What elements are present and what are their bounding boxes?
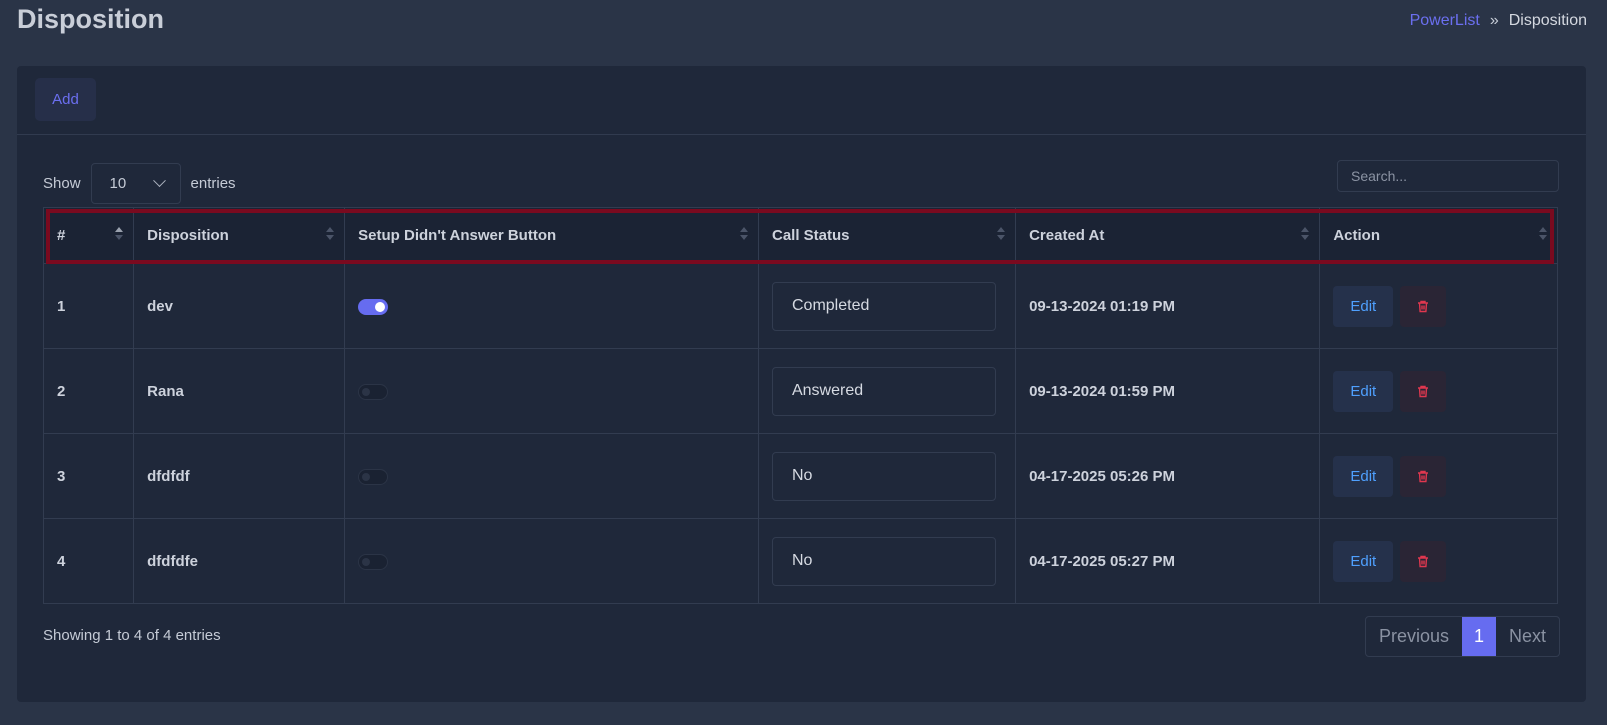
table-row: 1 dev Completed 09-13-2024 01:19 PM Edit (42, 263, 1558, 349)
breadcrumb-separator: » (1489, 12, 1499, 29)
chevron-down-icon (152, 174, 166, 188)
column-header-disposition[interactable]: Disposition (133, 207, 346, 264)
disposition-name: Rana (133, 348, 346, 434)
entries-label: entries (190, 175, 236, 192)
table-row: 2 Rana Answered 09-13-2024 01:59 PM Edit (42, 348, 1558, 434)
page-title: Disposition (17, 4, 164, 34)
page-1-button[interactable]: 1 (1461, 617, 1496, 656)
action-cell: Edit (1319, 263, 1558, 349)
created-at: 09-13-2024 01:19 PM (1015, 263, 1321, 349)
row-number: 1 (42, 263, 135, 349)
call-status-cell: Answered (757, 348, 1017, 434)
call-status-field[interactable]: Answered (771, 366, 996, 416)
setup-toggle-cell (344, 518, 759, 604)
call-status-cell: Completed (757, 263, 1017, 349)
card-header: Add (17, 66, 1586, 135)
sort-icon (1301, 227, 1310, 241)
disposition-table: # Disposition Setup Didn't Answer Button… (42, 207, 1558, 604)
add-button[interactable]: Add (35, 78, 96, 121)
page-size-value: 10 (109, 175, 127, 192)
entries-length-control: Show 10 entries (43, 163, 236, 204)
action-cell: Edit (1319, 518, 1558, 604)
call-status-field[interactable]: No (771, 451, 996, 501)
setup-didnt-answer-toggle[interactable] (358, 298, 389, 315)
action-cell: Edit (1319, 433, 1558, 519)
row-number: 2 (42, 348, 135, 434)
column-header-number[interactable]: # (42, 207, 135, 264)
delete-button[interactable] (1400, 370, 1447, 412)
row-number: 3 (42, 433, 135, 519)
setup-didnt-answer-toggle[interactable] (358, 553, 389, 570)
edit-button[interactable]: Edit (1333, 370, 1394, 412)
edit-button[interactable]: Edit (1333, 455, 1394, 497)
table-info: Showing 1 to 4 of 4 entries (43, 627, 221, 644)
breadcrumb-powerlist-link[interactable]: PowerList (1410, 12, 1480, 30)
sort-icon (739, 227, 748, 241)
search-input[interactable] (1337, 160, 1559, 192)
trash-icon (1418, 470, 1429, 482)
column-header-setup[interactable]: Setup Didn't Answer Button (344, 207, 759, 264)
trash-icon (1418, 300, 1429, 312)
disposition-name: dev (133, 263, 346, 349)
delete-button[interactable] (1400, 540, 1447, 582)
created-at: 04-17-2025 05:26 PM (1015, 433, 1321, 519)
call-status-field[interactable]: Completed (771, 281, 996, 331)
action-cell: Edit (1319, 348, 1558, 434)
next-button[interactable]: Next (1496, 617, 1559, 656)
show-label: Show (43, 175, 81, 192)
edit-button[interactable]: Edit (1333, 540, 1394, 582)
disposition-name: dfdfdfe (133, 518, 346, 604)
breadcrumb: PowerList » Disposition (1410, 12, 1587, 30)
table-row: 3 dfdfdf No 04-17-2025 05:26 PM Edit (42, 433, 1558, 519)
row-number: 4 (42, 518, 135, 604)
setup-didnt-answer-toggle[interactable] (358, 383, 389, 400)
column-header-action[interactable]: Action (1319, 207, 1558, 264)
sort-icon (326, 227, 335, 241)
page-size-select[interactable]: 10 (90, 163, 181, 204)
disposition-name: dfdfdf (133, 433, 346, 519)
sort-icon (115, 227, 124, 241)
setup-didnt-answer-toggle[interactable] (358, 468, 389, 485)
call-status-cell: No (757, 433, 1017, 519)
disposition-card: Add Show 10 entries # Disposition Setup … (17, 66, 1586, 702)
call-status-cell: No (757, 518, 1017, 604)
trash-icon (1418, 555, 1429, 567)
created-at: 04-17-2025 05:27 PM (1015, 518, 1321, 604)
breadcrumb-current: Disposition (1508, 12, 1587, 29)
setup-toggle-cell (344, 263, 759, 349)
delete-button[interactable] (1400, 285, 1447, 327)
edit-button[interactable]: Edit (1333, 285, 1394, 327)
sort-icon (1539, 227, 1547, 241)
created-at: 09-13-2024 01:59 PM (1015, 348, 1321, 434)
column-header-call-status[interactable]: Call Status (757, 207, 1017, 264)
pagination: Previous 1 Next (1364, 616, 1560, 657)
table-row: 4 dfdfdfe No 04-17-2025 05:27 PM Edit (42, 518, 1558, 604)
trash-icon (1418, 385, 1429, 397)
table-header-row: # Disposition Setup Didn't Answer Button… (42, 207, 1558, 264)
delete-button[interactable] (1400, 455, 1447, 497)
previous-button[interactable]: Previous (1366, 617, 1462, 656)
column-header-created-at[interactable]: Created At (1015, 207, 1321, 264)
sort-icon (997, 227, 1006, 241)
call-status-field[interactable]: No (771, 536, 996, 586)
setup-toggle-cell (344, 433, 759, 519)
setup-toggle-cell (344, 348, 759, 434)
